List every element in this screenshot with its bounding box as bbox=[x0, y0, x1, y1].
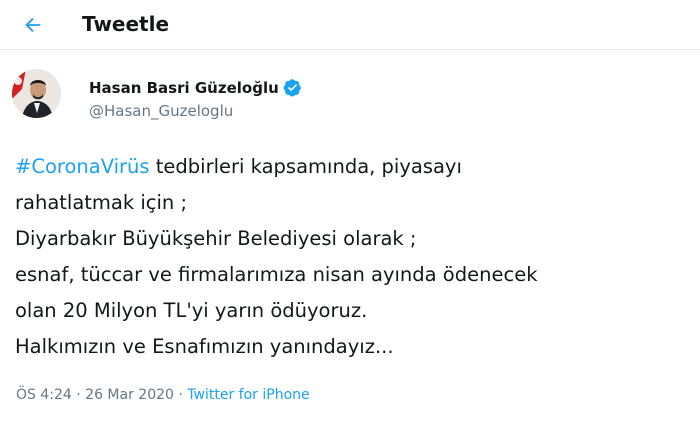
hashtag-link[interactable]: #CoronaVirüs bbox=[15, 155, 150, 178]
meta-separator: · bbox=[71, 387, 86, 403]
tweet-line: #CoronaVirüs tedbirleri kapsamında, piya… bbox=[15, 149, 695, 185]
author-name-row[interactable]: Hasan Basri Güzeloğlu bbox=[89, 78, 302, 97]
time: 4:24 bbox=[40, 387, 72, 403]
top-bar: Tweetle bbox=[0, 0, 700, 50]
back-button[interactable] bbox=[14, 6, 52, 44]
tweet-line-text: tedbirleri kapsamında, piyasayı bbox=[149, 155, 462, 178]
profile-photo bbox=[12, 69, 61, 118]
verified-badge-icon bbox=[283, 78, 302, 97]
tweet-line: Diyarbakır Büyükşehir Belediyesi olarak … bbox=[15, 227, 417, 250]
avatar[interactable] bbox=[12, 69, 61, 118]
arrow-left-icon bbox=[25, 17, 41, 33]
timestamp-link[interactable]: ÖS 4:24 · 26 Mar 2020 bbox=[16, 387, 174, 403]
page-title: Tweetle bbox=[82, 12, 170, 36]
time-prefix: ÖS bbox=[16, 387, 41, 403]
source-link[interactable]: Twitter for iPhone bbox=[187, 387, 309, 403]
author-handle[interactable]: @Hasan_Guzeloglu bbox=[89, 102, 233, 120]
tweet-meta: ÖS 4:24 · 26 Mar 2020 · Twitter for iPho… bbox=[16, 387, 310, 403]
tweet-text: #CoronaVirüs tedbirleri kapsamında, piya… bbox=[15, 149, 695, 365]
meta-separator: · bbox=[173, 387, 188, 403]
tweet: Hasan Basri Güzeloğlu @Hasan_Guzeloglu #… bbox=[0, 50, 700, 437]
tweet-line: Halkımızın ve Esnafımızın yanındayız... bbox=[15, 335, 394, 358]
date: 26 Mar 2020 bbox=[85, 387, 174, 403]
tweet-line: olan 20 Milyon TL'yi yarın ödüyoruz. bbox=[15, 299, 368, 322]
tweet-line: esnaf, tüccar ve firmalarımıza nisan ayı… bbox=[15, 263, 538, 286]
author-name[interactable]: Hasan Basri Güzeloğlu bbox=[89, 79, 279, 97]
tweet-line: rahatlatmak için ; bbox=[15, 191, 188, 214]
